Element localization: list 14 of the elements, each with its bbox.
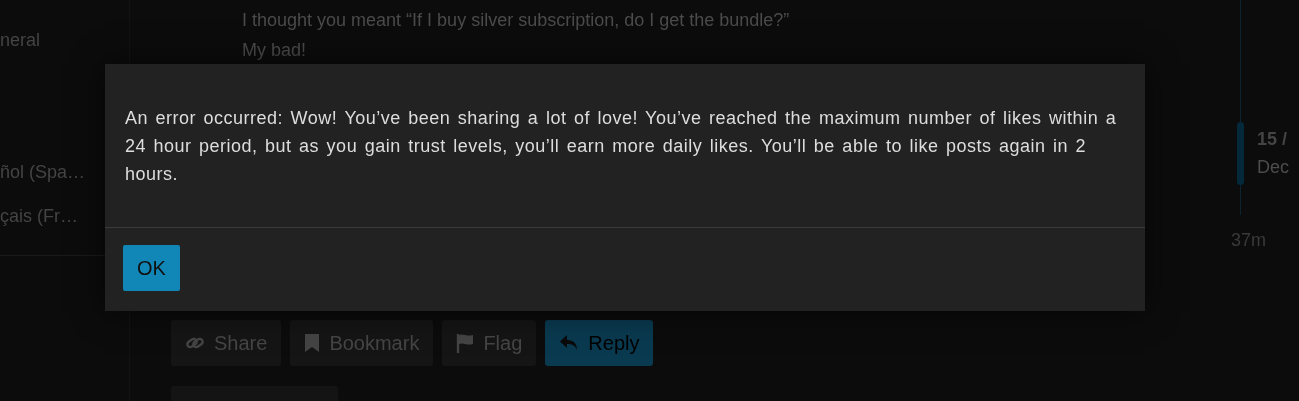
ok-button[interactable]: OK xyxy=(123,245,180,291)
post-date: Dec xyxy=(1257,157,1289,178)
flag-icon xyxy=(456,333,475,353)
sidebar-item[interactable]: çais (Fr… xyxy=(0,204,78,228)
post-text: My bad! xyxy=(242,39,308,62)
post-text: I thought you meant “If I buy silver subscription, do I get the bundle?” xyxy=(242,9,791,32)
scroll-handle[interactable] xyxy=(1237,122,1244,185)
reply-button[interactable]: Reply xyxy=(545,320,654,366)
sidebar-item[interactable]: neral xyxy=(0,28,41,52)
reply-arrow-icon xyxy=(559,334,580,352)
sidebar-item[interactable]: ñol (Spa… xyxy=(0,160,86,184)
bookmark-icon xyxy=(304,333,321,353)
error-message: An error occurred: Wow! You’ve been sharing a lot of love! You’ve reached the maximum number of likes within a 24 hour period, but as you gain trust levels, you’ll earn more daily likes. You’ll be able to like posts again in 2 hours. xyxy=(125,107,1118,186)
post-position: 15 / xyxy=(1257,129,1288,150)
